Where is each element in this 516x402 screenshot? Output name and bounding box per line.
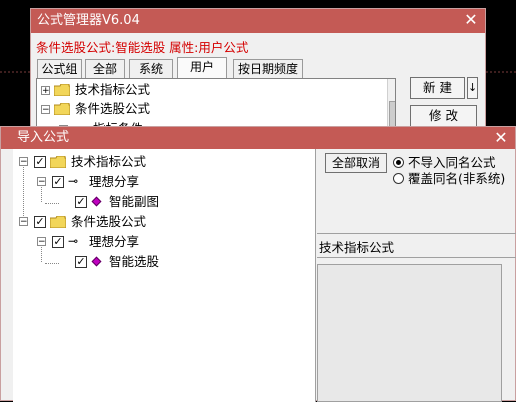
tab-by-date-frequency[interactable]: 按日期频度 — [233, 59, 303, 78]
import-dialog-title-bar[interactable]: 导入公式 ✕ — [1, 127, 515, 149]
formula-diamond-icon — [91, 256, 102, 267]
folder-icon — [54, 84, 70, 96]
formula-manager-title-bar[interactable]: 公式管理器V6.04 ✕ — [31, 9, 485, 33]
collapse-minus-icon[interactable]: − — [37, 177, 46, 187]
tree-item-label: 条件选股公式 — [75, 101, 151, 116]
import-dialog-title: 导入公式 — [17, 130, 70, 145]
folder-icon — [50, 156, 66, 168]
modify-button[interactable]: 修 改 — [410, 105, 477, 127]
checkbox[interactable]: ✓ — [34, 216, 46, 228]
radio-label: 不导入同名公式 — [408, 155, 496, 170]
formula-manager-title: 公式管理器V6.04 — [37, 13, 140, 28]
tree-sub-label: 理想分享 — [89, 174, 140, 189]
formula-manager-window: 公式管理器V6.04 ✕ 条件选股公式:智能选股 属性:用户公式 公式组 全部 … — [30, 8, 486, 139]
formula-description-box — [317, 264, 502, 402]
folder-icon — [50, 216, 66, 228]
divider — [317, 233, 516, 234]
collapse-minus-icon[interactable]: − — [37, 237, 46, 247]
new-dropdown-arrow[interactable]: ↓ — [467, 77, 478, 99]
selected-formula-type: 技术指标公式 — [319, 240, 395, 255]
tab-all[interactable]: 全部 — [85, 59, 125, 78]
formula-info-text: 条件选股公式:智能选股 属性:用户公式 — [36, 40, 249, 55]
radio-no-import-same-name[interactable] — [393, 157, 404, 168]
tree-item-label: 智能选股 — [109, 254, 160, 269]
tree-connector — [45, 263, 59, 264]
checkbox[interactable]: ✓ — [75, 196, 87, 208]
tree-group-label: 技术指标公式 — [71, 154, 147, 169]
close-icon[interactable]: ✕ — [491, 127, 511, 149]
tab-formula-group[interactable]: 公式组 — [37, 59, 82, 78]
cancel-all-button[interactable]: 全部取消 — [325, 153, 387, 173]
formula-diamond-icon — [91, 196, 102, 207]
tree-group-label: 条件选股公式 — [71, 214, 147, 229]
key-icon: ⊸ — [68, 234, 79, 248]
tree-connector — [45, 203, 59, 204]
divider — [317, 257, 516, 258]
checkbox[interactable]: ✓ — [75, 256, 87, 268]
tree-sub-label: 理想分享 — [89, 234, 140, 249]
import-formula-tree[interactable]: − ✓ 技术指标公式 − ✓ ⊸ 理想分享 ✓ 智能副图 − ✓ 条件选股公式 — [13, 149, 316, 402]
tab-user[interactable]: 用户 — [177, 57, 227, 78]
tree-item-label: 技术指标公式 — [75, 82, 151, 97]
radio-label: 覆盖同名(非系统) — [408, 171, 506, 186]
checkbox[interactable]: ✓ — [34, 156, 46, 168]
new-button[interactable]: 新 建 — [410, 77, 465, 99]
import-formula-dialog: 导入公式 ✕ − ✓ 技术指标公式 − ✓ ⊸ 理想分享 ✓ 智能副图 − ✓ … — [0, 126, 516, 402]
tree-connector — [23, 162, 24, 222]
close-icon[interactable]: ✕ — [461, 9, 481, 33]
checkbox[interactable]: ✓ — [52, 236, 64, 248]
key-icon: ⊸ — [68, 174, 79, 188]
collapse-minus-icon[interactable]: − — [41, 105, 50, 115]
checkbox[interactable]: ✓ — [52, 176, 64, 188]
tab-system[interactable]: 系统 — [129, 59, 173, 78]
collapse-minus-icon[interactable]: − — [19, 217, 28, 227]
import-options-panel: 全部取消 不导入同名公式 覆盖同名(非系统) 技术指标公式 — [317, 149, 516, 402]
radio-overwrite-same-name[interactable] — [393, 173, 404, 184]
expand-plus-icon[interactable]: + — [41, 86, 50, 96]
collapse-minus-icon[interactable]: − — [19, 157, 28, 167]
folder-open-icon — [54, 103, 70, 115]
tree-item-label: 智能副图 — [109, 194, 160, 209]
